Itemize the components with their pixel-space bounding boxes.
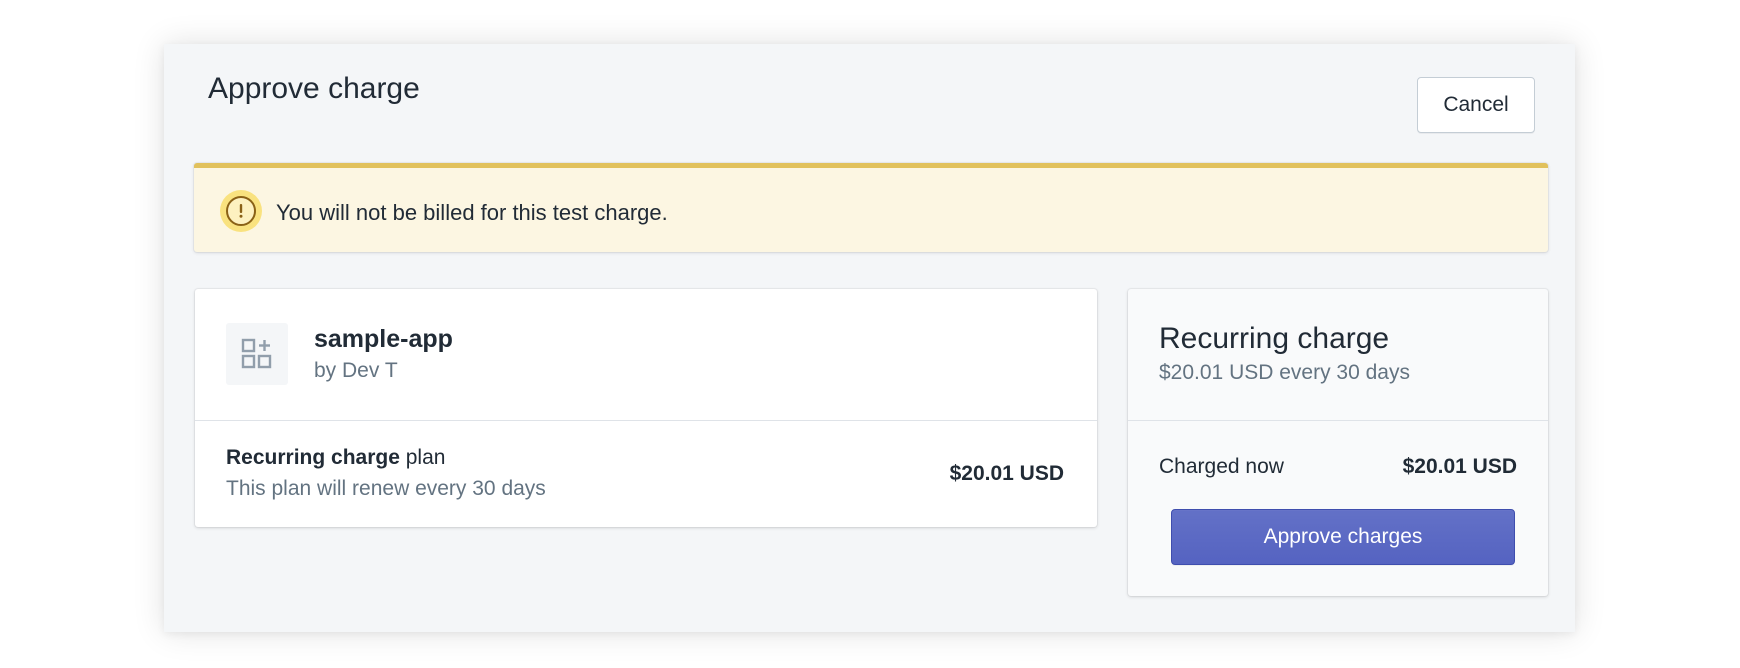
summary-title: Recurring charge	[1159, 322, 1390, 355]
app-card: sample-app by Dev T Recurring charge pla…	[195, 289, 1097, 527]
plan-name-suffix: plan	[399, 446, 446, 469]
apps-icon	[226, 323, 288, 385]
plan-description: This plan will renew every 30 days	[226, 477, 546, 500]
plan-name: Recurring charge plan	[226, 446, 445, 470]
plan-name-bold: Recurring charge	[226, 446, 400, 469]
approve-charges-button[interactable]: Approve charges	[1171, 509, 1515, 565]
app-name: sample-app	[314, 325, 453, 353]
summary-header: Recurring charge $20.01 USD every 30 day…	[1128, 289, 1548, 421]
charged-now-label: Charged now	[1159, 455, 1284, 478]
charge-summary-card: Recurring charge $20.01 USD every 30 day…	[1128, 289, 1548, 596]
cancel-button[interactable]: Cancel	[1417, 77, 1535, 133]
charged-now-value: $20.01 USD	[1402, 455, 1517, 478]
banner-message: You will not be billed for this test cha…	[276, 200, 668, 225]
approve-charge-modal: Approve charge Cancel You will not be bi…	[164, 44, 1575, 632]
exclamation-circle-icon	[220, 190, 262, 232]
page-title: Approve charge	[208, 72, 420, 105]
app-header: sample-app by Dev T	[195, 289, 1097, 421]
plan-price: $20.01 USD	[949, 462, 1064, 485]
app-developer: by Dev T	[314, 359, 398, 382]
test-charge-banner: You will not be billed for this test cha…	[194, 163, 1548, 252]
summary-subtitle: $20.01 USD every 30 days	[1159, 361, 1410, 384]
